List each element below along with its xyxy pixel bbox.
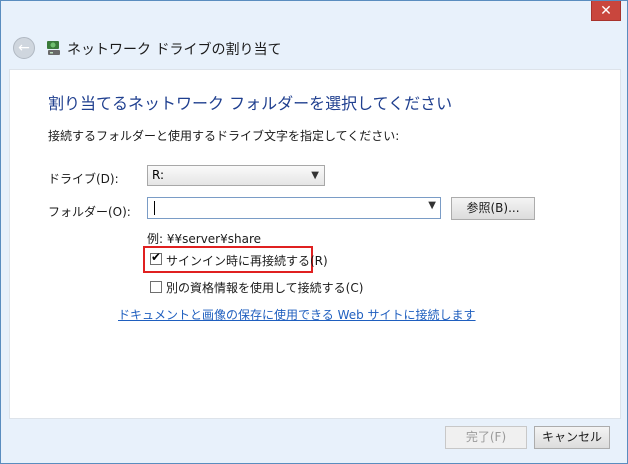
reconnect-label[interactable]: サインイン時に再接続する(R) xyxy=(166,252,328,269)
content-panel: 割り当てるネットワーク フォルダーを選択してください 接続するフォルダーと使用す… xyxy=(9,69,621,419)
reconnect-checkbox[interactable]: ✔ xyxy=(150,250,162,265)
drive-label: ドライブ(D): xyxy=(48,172,119,186)
description-text: 接続するフォルダーと使用するドライブ文字を指定してください: xyxy=(48,129,400,143)
main-instruction: 割り当てるネットワーク フォルダーを選択してください xyxy=(48,94,453,113)
web-site-link[interactable]: ドキュメントと画像の保存に使用できる Web サイトに接続します xyxy=(118,306,476,323)
chevron-down-icon[interactable]: ▼ xyxy=(428,200,436,211)
chevron-down-icon: ▼ xyxy=(311,170,319,181)
close-icon: ✕ xyxy=(600,3,612,19)
credentials-checkbox[interactable] xyxy=(150,281,162,293)
back-arrow-icon: ← xyxy=(18,40,30,56)
folder-label: フォルダー(O): xyxy=(48,205,131,219)
dialog-title: ネットワーク ドライブの割り当て xyxy=(67,42,282,58)
cancel-button[interactable]: キャンセル xyxy=(534,426,610,449)
drive-select-value: R: xyxy=(152,168,165,182)
browse-button[interactable]: 参照(B)... xyxy=(451,197,535,220)
checkmark-icon: ✔ xyxy=(151,250,162,264)
finish-button[interactable]: 完了(F) xyxy=(445,426,527,449)
close-button[interactable]: ✕ xyxy=(591,1,621,21)
reconnect-highlight: ✔ サインイン時に再接続する(R) xyxy=(143,246,328,273)
example-text: 例: ¥¥server¥share xyxy=(147,232,262,246)
folder-input[interactable]: ▼ xyxy=(147,197,441,219)
text-caret xyxy=(154,201,155,215)
network-drive-icon xyxy=(47,41,60,55)
title-bar: ✕ xyxy=(1,1,627,29)
header-bar: ← ネットワーク ドライブの割り当て xyxy=(1,29,627,69)
drive-select[interactable]: R: ▼ xyxy=(147,165,325,186)
dialog-window: ✕ ← ネットワーク ドライブの割り当て 割り当てるネットワーク フォルダーを選… xyxy=(0,0,628,464)
credentials-label[interactable]: 別の資格情報を使用して接続する(C) xyxy=(166,279,363,296)
back-button[interactable]: ← xyxy=(13,37,35,59)
